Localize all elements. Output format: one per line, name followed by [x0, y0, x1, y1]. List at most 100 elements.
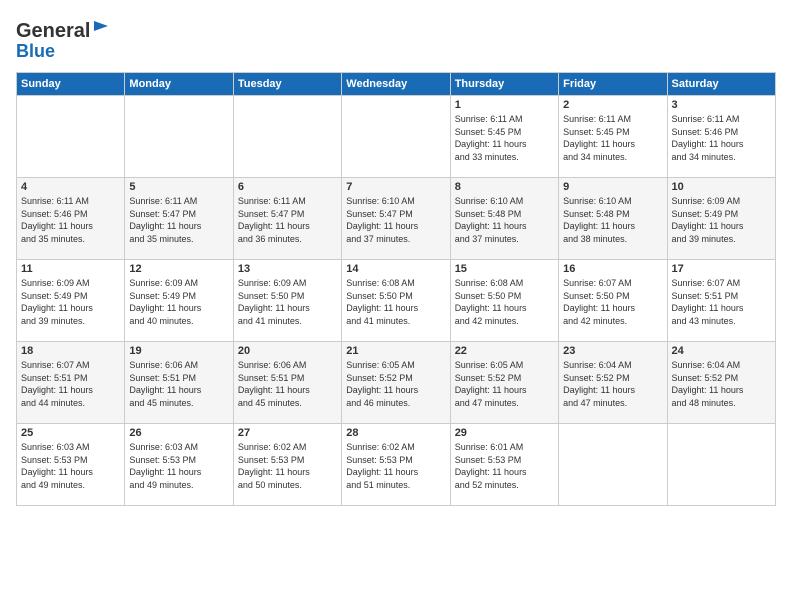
calendar-header-row: SundayMondayTuesdayWednesdayThursdayFrid… — [17, 73, 776, 96]
day-info: Sunrise: 6:09 AM Sunset: 5:50 PM Dayligh… — [238, 277, 337, 327]
day-info: Sunrise: 6:09 AM Sunset: 5:49 PM Dayligh… — [21, 277, 120, 327]
day-info: Sunrise: 6:03 AM Sunset: 5:53 PM Dayligh… — [129, 441, 228, 491]
logo-text: General — [16, 20, 90, 42]
day-number: 12 — [129, 263, 228, 275]
day-number: 24 — [672, 345, 771, 357]
day-info: Sunrise: 6:06 AM Sunset: 5:51 PM Dayligh… — [129, 359, 228, 409]
calendar-cell — [342, 96, 450, 178]
calendar-cell: 16 Sunrise: 6:07 AM Sunset: 5:50 PM Dayli… — [559, 260, 667, 342]
day-number: 14 — [346, 263, 445, 275]
calendar-week-row: 25 Sunrise: 6:03 AM Sunset: 5:53 PM Dayli… — [17, 424, 776, 506]
day-number: 17 — [672, 263, 771, 275]
calendar-cell — [667, 424, 775, 506]
calendar-week-row: 11 Sunrise: 6:09 AM Sunset: 5:49 PM Dayli… — [17, 260, 776, 342]
day-number: 5 — [129, 181, 228, 193]
column-header-tuesday: Tuesday — [233, 73, 341, 96]
column-header-friday: Friday — [559, 73, 667, 96]
day-number: 21 — [346, 345, 445, 357]
calendar-cell: 14 Sunrise: 6:08 AM Sunset: 5:50 PM Dayli… — [342, 260, 450, 342]
day-info: Sunrise: 6:11 AM Sunset: 5:46 PM Dayligh… — [21, 195, 120, 245]
day-number: 28 — [346, 427, 445, 439]
day-info: Sunrise: 6:10 AM Sunset: 5:48 PM Dayligh… — [455, 195, 554, 245]
calendar-cell: 12 Sunrise: 6:09 AM Sunset: 5:49 PM Dayli… — [125, 260, 233, 342]
day-info: Sunrise: 6:11 AM Sunset: 5:46 PM Dayligh… — [672, 113, 771, 163]
day-info: Sunrise: 6:05 AM Sunset: 5:52 PM Dayligh… — [455, 359, 554, 409]
header: General Blue — [16, 16, 776, 62]
calendar-cell: 25 Sunrise: 6:03 AM Sunset: 5:53 PM Dayli… — [17, 424, 125, 506]
day-number: 6 — [238, 181, 337, 193]
calendar-cell: 18 Sunrise: 6:07 AM Sunset: 5:51 PM Dayli… — [17, 342, 125, 424]
calendar-cell: 8 Sunrise: 6:10 AM Sunset: 5:48 PM Daylig… — [450, 178, 558, 260]
logo-icon — [92, 17, 110, 35]
day-info: Sunrise: 6:08 AM Sunset: 5:50 PM Dayligh… — [346, 277, 445, 327]
day-info: Sunrise: 6:08 AM Sunset: 5:50 PM Dayligh… — [455, 277, 554, 327]
day-number: 22 — [455, 345, 554, 357]
day-info: Sunrise: 6:07 AM Sunset: 5:50 PM Dayligh… — [563, 277, 662, 327]
calendar-cell — [17, 96, 125, 178]
day-info: Sunrise: 6:01 AM Sunset: 5:53 PM Dayligh… — [455, 441, 554, 491]
day-number: 23 — [563, 345, 662, 357]
calendar-cell: 13 Sunrise: 6:09 AM Sunset: 5:50 PM Dayli… — [233, 260, 341, 342]
day-number: 3 — [672, 99, 771, 111]
column-header-sunday: Sunday — [17, 73, 125, 96]
day-number: 9 — [563, 181, 662, 193]
calendar-cell — [125, 96, 233, 178]
column-header-monday: Monday — [125, 73, 233, 96]
calendar-cell: 3 Sunrise: 6:11 AM Sunset: 5:46 PM Daylig… — [667, 96, 775, 178]
calendar-cell: 27 Sunrise: 6:02 AM Sunset: 5:53 PM Dayli… — [233, 424, 341, 506]
day-number: 27 — [238, 427, 337, 439]
calendar-cell: 29 Sunrise: 6:01 AM Sunset: 5:53 PM Dayli… — [450, 424, 558, 506]
day-info: Sunrise: 6:10 AM Sunset: 5:48 PM Dayligh… — [563, 195, 662, 245]
day-info: Sunrise: 6:10 AM Sunset: 5:47 PM Dayligh… — [346, 195, 445, 245]
day-info: Sunrise: 6:06 AM Sunset: 5:51 PM Dayligh… — [238, 359, 337, 409]
day-info: Sunrise: 6:07 AM Sunset: 5:51 PM Dayligh… — [21, 359, 120, 409]
calendar-cell: 9 Sunrise: 6:10 AM Sunset: 5:48 PM Daylig… — [559, 178, 667, 260]
day-info: Sunrise: 6:09 AM Sunset: 5:49 PM Dayligh… — [672, 195, 771, 245]
column-header-wednesday: Wednesday — [342, 73, 450, 96]
calendar-week-row: 4Sunrise: 6:11 AM Sunset: 5:46 PM Daylig… — [17, 178, 776, 260]
calendar-week-row: 18 Sunrise: 6:07 AM Sunset: 5:51 PM Dayli… — [17, 342, 776, 424]
calendar-cell: 19Sunrise: 6:06 AM Sunset: 5:51 PM Dayli… — [125, 342, 233, 424]
day-number: 11 — [21, 263, 120, 275]
calendar-cell: 17 Sunrise: 6:07 AM Sunset: 5:51 PM Dayli… — [667, 260, 775, 342]
calendar-cell: 15 Sunrise: 6:08 AM Sunset: 5:50 PM Dayli… — [450, 260, 558, 342]
day-number: 1 — [455, 99, 554, 111]
day-number: 25 — [21, 427, 120, 439]
day-number: 10 — [672, 181, 771, 193]
day-info: Sunrise: 6:11 AM Sunset: 5:47 PM Dayligh… — [129, 195, 228, 245]
calendar-cell: 24 Sunrise: 6:04 AM Sunset: 5:52 PM Dayli… — [667, 342, 775, 424]
column-header-thursday: Thursday — [450, 73, 558, 96]
day-info: Sunrise: 6:05 AM Sunset: 5:52 PM Dayligh… — [346, 359, 445, 409]
logo: General Blue — [16, 20, 110, 62]
day-number: 16 — [563, 263, 662, 275]
calendar-cell: 2 Sunrise: 6:11 AM Sunset: 5:45 PM Daylig… — [559, 96, 667, 178]
day-info: Sunrise: 6:04 AM Sunset: 5:52 PM Dayligh… — [672, 359, 771, 409]
day-info: Sunrise: 6:09 AM Sunset: 5:49 PM Dayligh… — [129, 277, 228, 327]
page-container: General Blue SundayMondayTuesdayWednesda… — [0, 0, 792, 514]
day-info: Sunrise: 6:11 AM Sunset: 5:47 PM Dayligh… — [238, 195, 337, 245]
day-info: Sunrise: 6:11 AM Sunset: 5:45 PM Dayligh… — [455, 113, 554, 163]
day-info: Sunrise: 6:02 AM Sunset: 5:53 PM Dayligh… — [346, 441, 445, 491]
logo-blue-text: Blue — [16, 41, 55, 61]
day-info: Sunrise: 6:11 AM Sunset: 5:45 PM Dayligh… — [563, 113, 662, 163]
day-number: 18 — [21, 345, 120, 357]
column-header-saturday: Saturday — [667, 73, 775, 96]
calendar-week-row: 1 Sunrise: 6:11 AM Sunset: 5:45 PM Daylig… — [17, 96, 776, 178]
day-number: 2 — [563, 99, 662, 111]
day-info: Sunrise: 6:07 AM Sunset: 5:51 PM Dayligh… — [672, 277, 771, 327]
calendar-cell: 6 Sunrise: 6:11 AM Sunset: 5:47 PM Daylig… — [233, 178, 341, 260]
calendar-cell: 26Sunrise: 6:03 AM Sunset: 5:53 PM Dayli… — [125, 424, 233, 506]
calendar-cell — [233, 96, 341, 178]
calendar-cell: 20Sunrise: 6:06 AM Sunset: 5:51 PM Dayli… — [233, 342, 341, 424]
calendar-cell: 28 Sunrise: 6:02 AM Sunset: 5:53 PM Dayli… — [342, 424, 450, 506]
day-number: 15 — [455, 263, 554, 275]
day-info: Sunrise: 6:03 AM Sunset: 5:53 PM Dayligh… — [21, 441, 120, 491]
day-number: 29 — [455, 427, 554, 439]
calendar-cell: 21 Sunrise: 6:05 AM Sunset: 5:52 PM Dayli… — [342, 342, 450, 424]
day-number: 8 — [455, 181, 554, 193]
day-number: 13 — [238, 263, 337, 275]
calendar-cell: 23Sunrise: 6:04 AM Sunset: 5:52 PM Dayli… — [559, 342, 667, 424]
calendar-cell: 1 Sunrise: 6:11 AM Sunset: 5:45 PM Daylig… — [450, 96, 558, 178]
calendar-cell — [559, 424, 667, 506]
day-info: Sunrise: 6:02 AM Sunset: 5:53 PM Dayligh… — [238, 441, 337, 491]
